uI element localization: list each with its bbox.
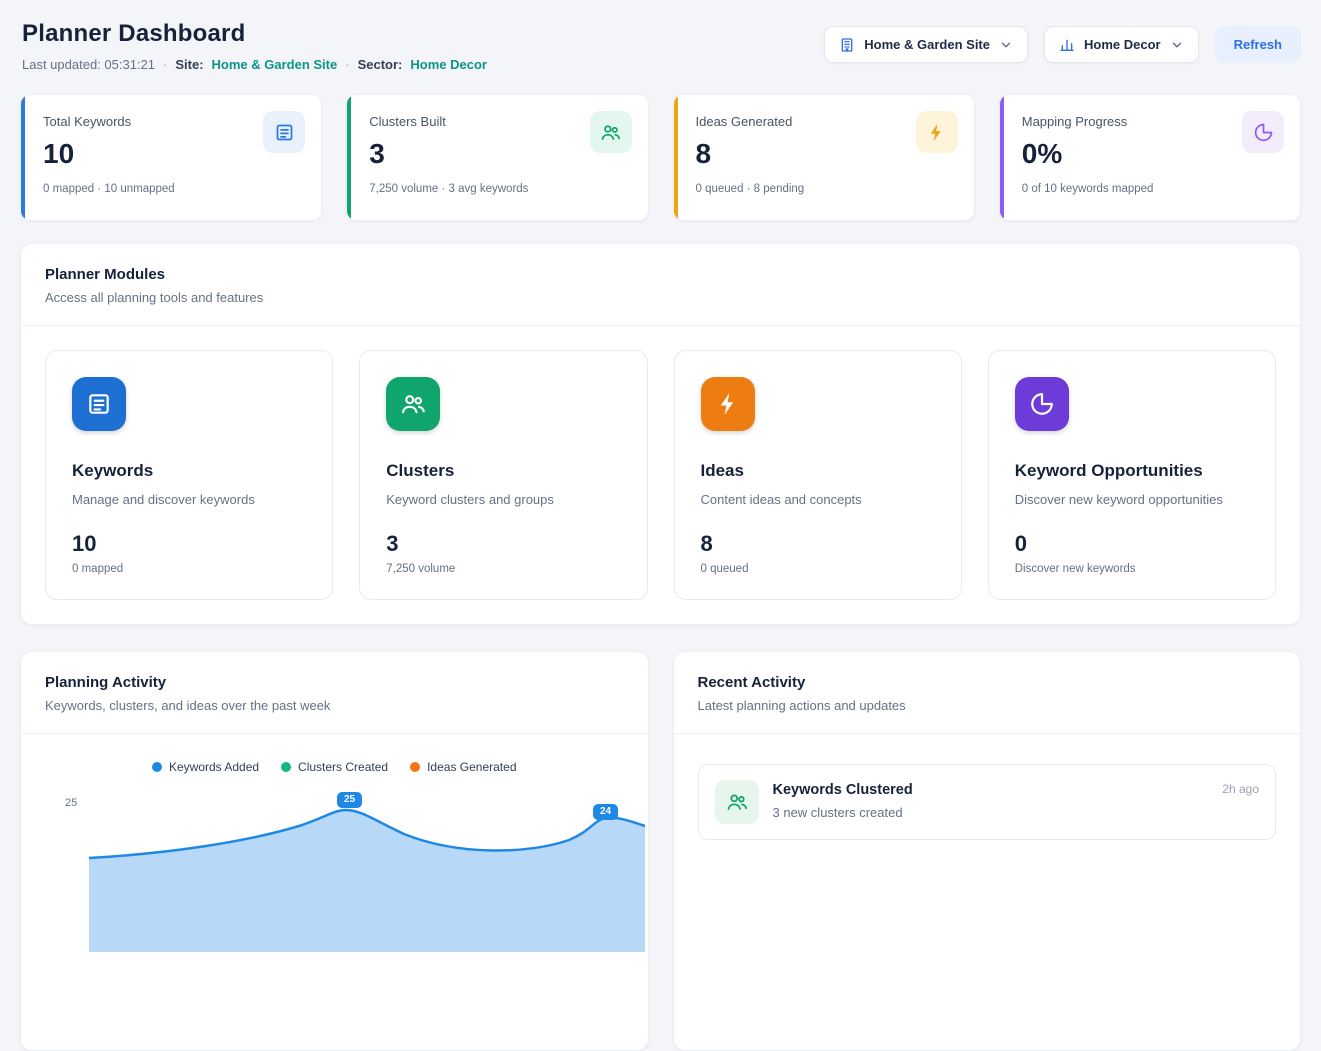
sector-selector-dropdown[interactable]: Home Decor — [1044, 26, 1199, 63]
activity-title: Keywords Clustered — [773, 782, 913, 798]
meta-separator: · — [345, 57, 349, 72]
panel-title: Recent Activity — [698, 674, 1277, 691]
stat-label: Clusters Built — [369, 114, 627, 129]
module-title: Keywords — [72, 461, 306, 481]
module-card-keywords[interactable]: Keywords Manage and discover keywords 10… — [45, 350, 333, 600]
activity-description: 3 new clusters created — [773, 805, 913, 820]
pie-chart-icon — [1015, 377, 1069, 431]
area-chart — [89, 792, 645, 952]
users-icon — [386, 377, 440, 431]
stat-card-mapping-progress: Mapping Progress 0% 0 of 10 keywords map… — [999, 94, 1301, 221]
legend-label: Clusters Created — [298, 760, 388, 774]
module-stat-detail: 0 mapped — [72, 563, 306, 575]
meta-line: Last updated: 05:31:21 · Site: Home & Ga… — [22, 57, 487, 72]
module-stat: 8 — [701, 531, 935, 557]
sector-link[interactable]: Home Decor — [410, 57, 487, 72]
planner-modules-header: Planner Modules Access all planning tool… — [21, 244, 1300, 326]
stat-detail: 0 of 10 keywords mapped — [1022, 183, 1280, 195]
activity-timestamp: 2h ago — [1222, 780, 1259, 796]
stats-row: Total Keywords 10 0 mapped · 10 unmapped… — [20, 94, 1301, 221]
stat-card-ideas-generated: Ideas Generated 8 0 queued · 8 pending — [673, 94, 975, 221]
module-title: Clusters — [386, 461, 620, 481]
modules-grid: Keywords Manage and discover keywords 10… — [21, 326, 1300, 624]
planning-activity-chart: Keywords Added Clusters Created Ideas Ge… — [21, 734, 648, 962]
module-stat: 3 — [386, 531, 620, 557]
chevron-down-icon — [999, 38, 1013, 52]
stat-value: 3 — [369, 138, 627, 170]
refresh-button[interactable]: Refresh — [1215, 26, 1301, 63]
sector-label: Sector: — [358, 57, 403, 72]
recent-activity-header: Recent Activity Latest planning actions … — [674, 652, 1301, 734]
site-label: Site: — [175, 57, 203, 72]
legend-item-keywords-added: Keywords Added — [152, 760, 259, 774]
planning-activity-panel: Planning Activity Keywords, clusters, an… — [20, 651, 649, 1051]
panel-title: Planning Activity — [45, 674, 624, 691]
site-selector-label: Home & Garden Site — [864, 37, 990, 52]
topbar-actions: Home & Garden Site Home Decor Refresh — [824, 20, 1301, 63]
legend-label: Ideas Generated — [427, 760, 516, 774]
activity-item-keywords-clustered: Keywords Clustered 3 new clusters create… — [698, 764, 1277, 840]
site-selector-dropdown[interactable]: Home & Garden Site — [824, 26, 1028, 63]
legend-item-ideas-generated: Ideas Generated — [410, 760, 516, 774]
stat-card-clusters-built: Clusters Built 3 7,250 volume · 3 avg ke… — [346, 94, 648, 221]
module-card-ideas[interactable]: Ideas Content ideas and concepts 8 0 que… — [674, 350, 962, 600]
module-description: Discover new keyword opportunities — [1015, 492, 1249, 507]
module-description: Manage and discover keywords — [72, 492, 306, 507]
sector-selector-label: Home Decor — [1084, 37, 1161, 52]
data-point-label: 24 — [593, 804, 618, 820]
module-description: Content ideas and concepts — [701, 492, 935, 507]
stat-detail: 0 mapped · 10 unmapped — [43, 183, 301, 195]
topbar: Planner Dashboard Last updated: 05:31:21… — [0, 0, 1321, 84]
stat-card-total-keywords: Total Keywords 10 0 mapped · 10 unmapped — [20, 94, 322, 221]
legend-dot-orange — [410, 762, 420, 772]
users-icon — [590, 111, 632, 153]
chart-legend: Keywords Added Clusters Created Ideas Ge… — [41, 760, 628, 774]
module-stat-detail: 0 queued — [701, 563, 935, 575]
document-icon — [263, 111, 305, 153]
page-title: Planner Dashboard — [22, 20, 487, 48]
module-description: Keyword clusters and groups — [386, 492, 620, 507]
legend-dot-green — [281, 762, 291, 772]
lightning-icon — [701, 377, 755, 431]
module-card-clusters[interactable]: Clusters Keyword clusters and groups 3 7… — [359, 350, 647, 600]
activity-text: Keywords Clustered 3 new clusters create… — [773, 780, 913, 820]
legend-dot-blue — [152, 762, 162, 772]
users-icon — [715, 780, 759, 824]
module-stat: 0 — [1015, 531, 1249, 557]
planner-modules-panel: Planner Modules Access all planning tool… — [20, 243, 1301, 625]
meta-separator: · — [163, 57, 167, 72]
module-title: Keyword Opportunities — [1015, 461, 1249, 481]
pie-chart-icon — [1242, 111, 1284, 153]
panel-title: Planner Modules — [45, 266, 1276, 283]
bar-chart-icon — [1059, 37, 1075, 53]
bottom-row: Planning Activity Keywords, clusters, an… — [20, 651, 1301, 1051]
building-icon — [839, 37, 855, 53]
legend-label: Keywords Added — [169, 760, 259, 774]
document-icon — [72, 377, 126, 431]
y-axis-tick: 25 — [65, 797, 77, 809]
recent-activity-panel: Recent Activity Latest planning actions … — [673, 651, 1302, 1051]
panel-subtitle: Keywords, clusters, and ideas over the p… — [45, 698, 624, 713]
chart-plot-area: 25 25 24 — [41, 792, 628, 962]
last-updated-text: Last updated: 05:31:21 — [22, 57, 155, 72]
stat-detail: 7,250 volume · 3 avg keywords — [369, 183, 627, 195]
stat-detail: 0 queued · 8 pending — [696, 183, 954, 195]
data-point-label: 25 — [337, 792, 362, 808]
legend-item-clusters-created: Clusters Created — [281, 760, 388, 774]
chevron-down-icon — [1170, 38, 1184, 52]
topbar-left: Planner Dashboard Last updated: 05:31:21… — [22, 20, 487, 72]
module-card-keyword-opportunities[interactable]: Keyword Opportunities Discover new keywo… — [988, 350, 1276, 600]
module-stat: 10 — [72, 531, 306, 557]
panel-subtitle: Access all planning tools and features — [45, 290, 1276, 305]
recent-activity-list: Keywords Clustered 3 new clusters create… — [674, 734, 1301, 858]
planning-activity-header: Planning Activity Keywords, clusters, an… — [21, 652, 648, 734]
module-stat-detail: Discover new keywords — [1015, 563, 1249, 575]
module-stat-detail: 7,250 volume — [386, 563, 620, 575]
module-title: Ideas — [701, 461, 935, 481]
lightning-icon — [916, 111, 958, 153]
panel-subtitle: Latest planning actions and updates — [698, 698, 1277, 713]
site-link[interactable]: Home & Garden Site — [212, 57, 338, 72]
